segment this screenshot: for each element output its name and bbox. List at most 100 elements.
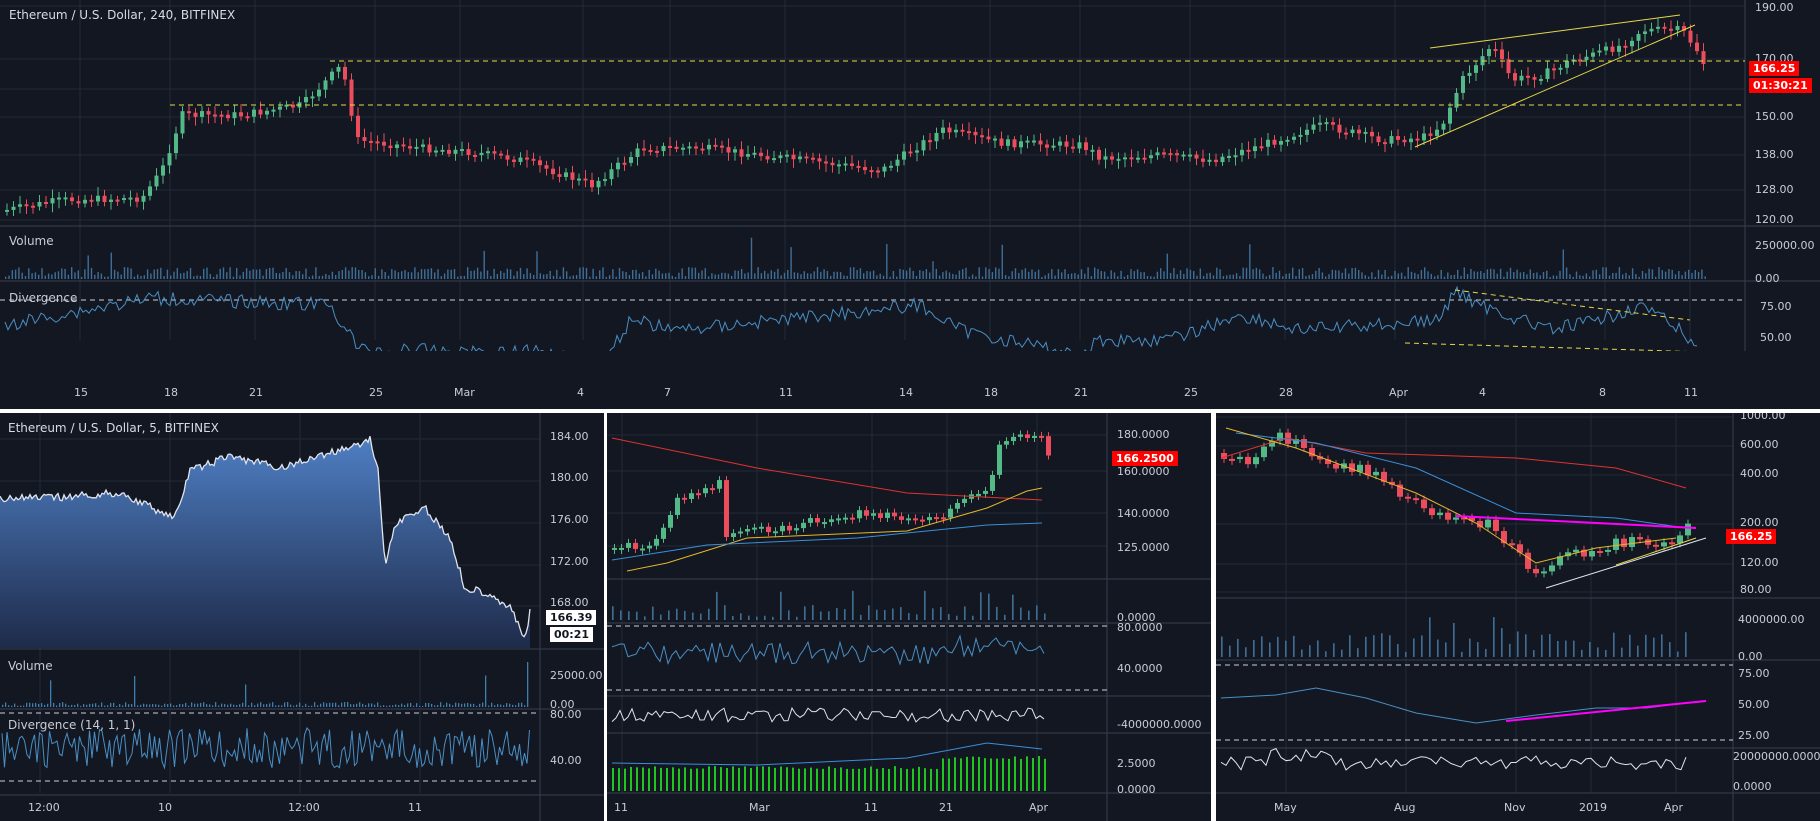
volume-bar — [437, 705, 439, 707]
volume-bar — [242, 271, 244, 279]
candle-body — [1589, 551, 1595, 557]
left-chart-canvas[interactable] — [0, 413, 604, 821]
top-time-tick: Apr — [1389, 386, 1409, 399]
volume-bar — [559, 276, 561, 279]
candle-body — [1636, 34, 1641, 41]
candle-body — [1071, 146, 1075, 149]
right-chart-panel[interactable]: 1000.00 600.00 400.00 200.00 120.00 80.0… — [1216, 413, 1820, 821]
volume-bar — [1309, 645, 1311, 657]
candle-body — [1629, 537, 1635, 548]
volume-bar — [1219, 269, 1221, 279]
volume-bar — [467, 267, 469, 279]
volume-bar — [1371, 272, 1373, 279]
volume-bar — [473, 703, 475, 707]
volume-bar — [350, 704, 352, 707]
top-chart-panel[interactable]: Ethereum / U.S. Dollar, 240, BITFINEX Vo… — [0, 0, 1820, 409]
histogram-bar — [666, 767, 668, 791]
histogram-bar — [906, 768, 908, 791]
volume-bar — [830, 275, 832, 279]
volume-bar — [1028, 271, 1030, 279]
volume-bar — [536, 251, 538, 279]
top-time-tick: 4 — [1479, 386, 1486, 399]
volume-bar — [635, 269, 637, 279]
volume-bar — [331, 271, 334, 279]
volume-bar — [1295, 276, 1297, 279]
histogram-bar — [876, 768, 878, 791]
volume-bar — [1381, 274, 1383, 279]
volume-bar — [625, 272, 627, 279]
left-time-tick: 12:00 — [28, 801, 60, 814]
mid-fourth-tick: 2.5000 — [1117, 757, 1156, 770]
left-countdown-badge: 00:21 — [550, 627, 594, 642]
volume-bar — [479, 703, 481, 707]
volume-bar — [107, 705, 109, 707]
volume-bar — [700, 613, 702, 620]
candle-body — [408, 146, 412, 149]
candle-body — [906, 518, 911, 521]
volume-bar — [1615, 272, 1617, 279]
trendline — [1429, 14, 1681, 49]
volume-bar — [575, 275, 578, 279]
top-chart-canvas[interactable] — [0, 0, 1820, 351]
candle-body — [1525, 552, 1531, 569]
volume-bar — [1014, 268, 1017, 279]
volume-bar — [905, 270, 908, 279]
candle-body — [1032, 140, 1036, 143]
candle-body — [655, 150, 659, 153]
right-chart-canvas[interactable] — [1216, 413, 1820, 821]
volume-bar — [1450, 275, 1452, 279]
volume-bar — [483, 250, 485, 279]
volume-bar — [772, 616, 774, 620]
volume-bar — [836, 271, 838, 279]
divergence-trendline — [1404, 342, 1689, 351]
candle-body — [967, 131, 971, 134]
volume-bar — [209, 704, 211, 707]
candle-body — [1214, 159, 1218, 163]
volume-bar — [512, 704, 514, 707]
candle-body — [927, 517, 932, 521]
middle-chart-panel[interactable]: 180.0000 160.0000 140.0000 125.0000 166.… — [607, 413, 1211, 821]
volume-bar — [876, 609, 878, 620]
volume-bar — [740, 268, 743, 279]
volume-bar — [1163, 271, 1165, 279]
right-osc-tick: 25.00 — [1738, 729, 1770, 742]
candle-body — [1279, 140, 1283, 145]
candle-body — [343, 66, 347, 80]
volume-bar — [1344, 268, 1347, 279]
candle-body — [1545, 68, 1550, 79]
histogram-bar — [798, 768, 800, 791]
volume-bar — [257, 703, 259, 707]
candle-body — [804, 156, 809, 159]
histogram-bar — [732, 766, 734, 791]
volume-bar — [344, 702, 346, 707]
volume-bar — [863, 273, 865, 279]
mid-time-tick: 11 — [614, 801, 628, 814]
volume-bar — [302, 705, 304, 707]
volume-bar — [1490, 268, 1492, 279]
volume-bar — [1437, 275, 1439, 279]
volume-bar — [1655, 276, 1657, 279]
top-chart-title: Ethereum / U.S. Dollar, 240, BITFINEX — [9, 8, 236, 22]
candle-body — [612, 547, 617, 550]
volume-bar — [684, 276, 687, 279]
volume-bar — [8, 705, 10, 707]
volume-bar — [1020, 607, 1022, 620]
volume-bar — [430, 268, 433, 279]
candle-body — [674, 146, 679, 149]
candle-body — [135, 197, 139, 202]
left-chart-panel[interactable]: Ethereum / U.S. Dollar, 5, BITFINEX 184.… — [0, 413, 604, 821]
volume-bar — [127, 267, 129, 279]
volume-bar — [440, 702, 442, 707]
candle-body — [856, 165, 861, 168]
top-time-tick: 7 — [664, 386, 671, 399]
volume-bar — [692, 612, 694, 620]
candle-body — [486, 151, 490, 154]
candle-body — [1025, 140, 1030, 143]
volume-bar — [579, 267, 581, 279]
candle-body — [626, 542, 631, 548]
volume-bar — [958, 270, 961, 279]
volume-bar — [161, 705, 163, 707]
volume-bar — [1255, 267, 1258, 279]
volume-bar — [516, 271, 518, 279]
mid-third-tick: -4000000.0000 — [1117, 718, 1202, 731]
